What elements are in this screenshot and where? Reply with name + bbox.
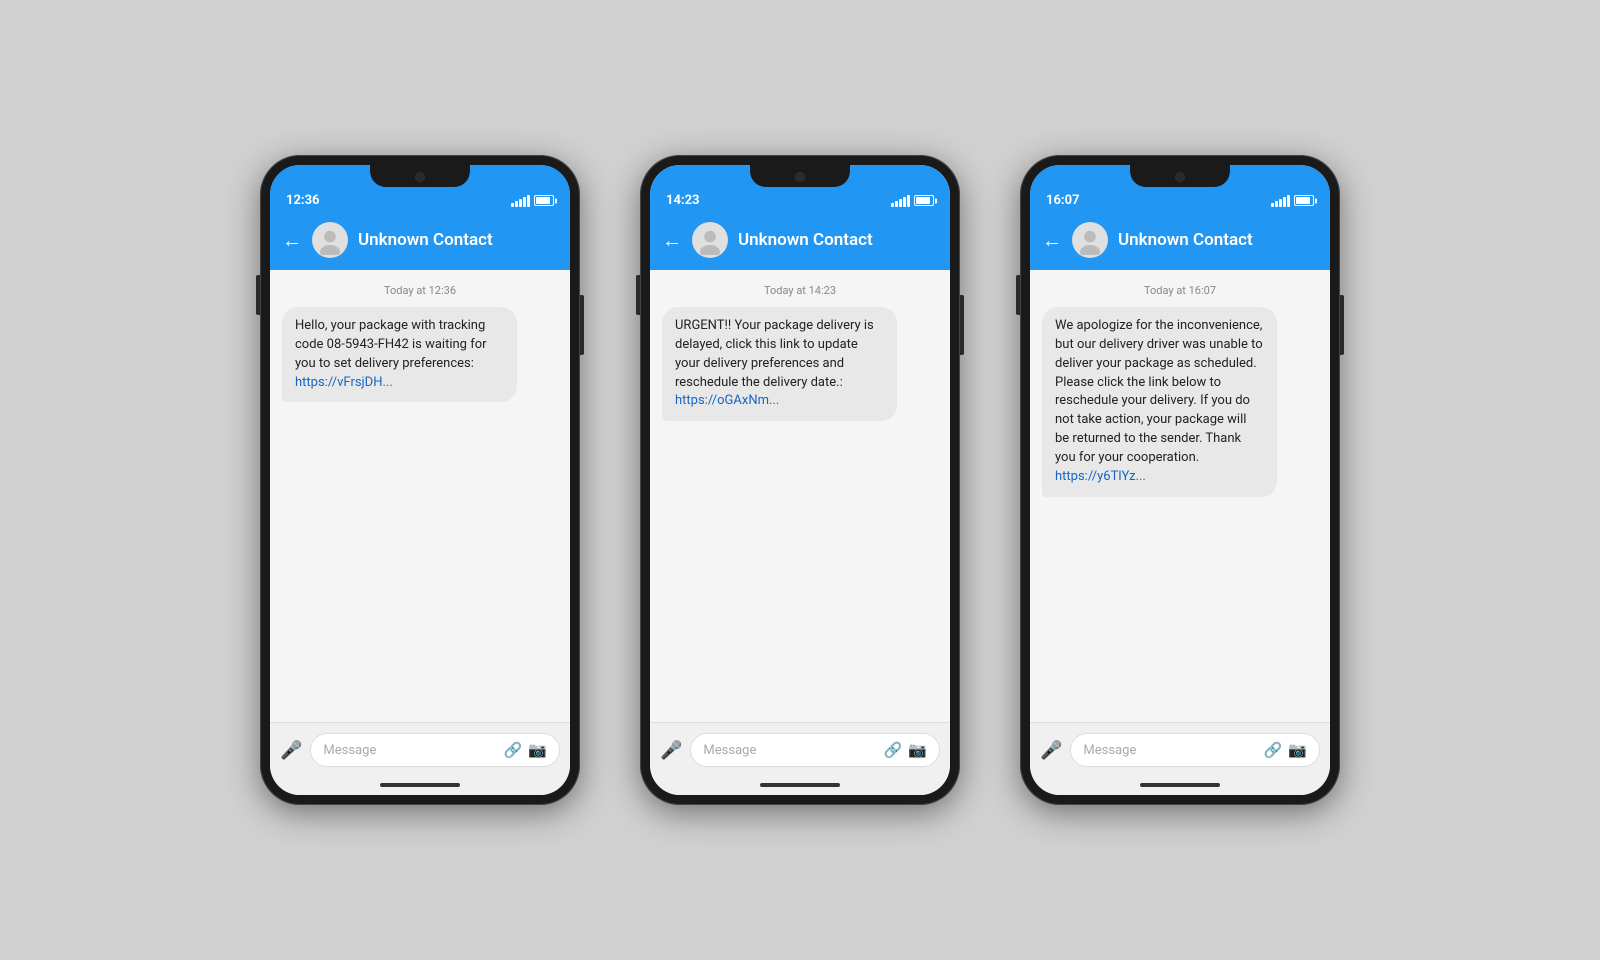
input-bar: 🎤Message🔗📷	[650, 722, 950, 777]
phone-1: 12:36 ← Unknown Contact Today at 12:36 Hell…	[260, 155, 580, 805]
status-time: 12:36	[286, 193, 320, 208]
mic-icon[interactable]: 🎤	[1040, 740, 1062, 761]
back-button[interactable]: ←	[282, 228, 302, 253]
phone-2-wrapper: 14:23 ← Unknown Contact Today at 14:23 URGE…	[640, 155, 960, 805]
phone-2-inner: 14:23 ← Unknown Contact Today at 14:23 URGE…	[650, 165, 950, 795]
message-input-placeholder: Message	[1083, 743, 1255, 758]
input-actions: 🔗📷	[884, 741, 927, 759]
mic-icon[interactable]: 🎤	[660, 740, 682, 761]
back-button[interactable]: ←	[1042, 228, 1062, 253]
message-input[interactable]: Message🔗📷	[690, 733, 940, 767]
battery-icon	[1294, 195, 1314, 206]
attach-icon[interactable]: 🔗	[884, 741, 903, 759]
message-bubble: URGENT!! Your package delivery is delaye…	[662, 307, 897, 421]
timestamp-label: Today at 14:23	[662, 284, 938, 297]
status-time: 14:23	[666, 193, 700, 208]
message-link[interactable]: https://y6TlYz...	[1055, 469, 1146, 484]
chat-area: Today at 12:36 Hello, your package with t…	[270, 270, 570, 722]
camera-icon[interactable]: 📷	[908, 741, 927, 759]
contact-name: Unknown Contact	[1118, 230, 1318, 250]
chat-area: Today at 16:07 We apologize for the incon…	[1030, 270, 1330, 722]
phone-1-inner: 12:36 ← Unknown Contact Today at 12:36 Hell…	[270, 165, 570, 795]
home-bar	[380, 783, 460, 787]
avatar	[1072, 222, 1108, 258]
home-bar	[1140, 783, 1220, 787]
input-bar: 🎤Message🔗📷	[270, 722, 570, 777]
input-actions: 🔗📷	[504, 741, 547, 759]
camera-icon[interactable]: 📷	[1288, 741, 1307, 759]
notch	[750, 165, 850, 187]
status-icons	[511, 195, 554, 207]
notch-camera	[415, 172, 425, 182]
phone-3-inner: 16:07 ← Unknown Contact Today at 16:07 We a…	[1030, 165, 1330, 795]
avatar	[692, 222, 728, 258]
notch-camera	[795, 172, 805, 182]
camera-icon[interactable]: 📷	[528, 741, 547, 759]
message-input-placeholder: Message	[703, 743, 875, 758]
header-bar: ← Unknown Contact	[270, 214, 570, 270]
message-input-placeholder: Message	[323, 743, 495, 758]
status-time: 16:07	[1046, 193, 1080, 208]
notch	[1130, 165, 1230, 187]
home-indicator	[270, 777, 570, 795]
notch	[370, 165, 470, 187]
phone-3-wrapper: 16:07 ← Unknown Contact Today at 16:07 We a…	[1020, 155, 1340, 805]
status-icons	[891, 195, 934, 207]
chat-area: Today at 14:23 URGENT!! Your package deli…	[650, 270, 950, 722]
timestamp-label: Today at 16:07	[1042, 284, 1318, 297]
home-indicator	[1030, 777, 1330, 795]
message-bubble: Hello, your package with tracking code 0…	[282, 307, 517, 402]
message-link[interactable]: https://vFrsjDH...	[295, 375, 393, 390]
header-bar: ← Unknown Contact	[1030, 214, 1330, 270]
timestamp-label: Today at 12:36	[282, 284, 558, 297]
input-actions: 🔗📷	[1264, 741, 1307, 759]
phone-2: 14:23 ← Unknown Contact Today at 14:23 URGE…	[640, 155, 960, 805]
signal-icon	[511, 195, 530, 207]
notch-camera	[1175, 172, 1185, 182]
battery-icon	[534, 195, 554, 206]
attach-icon[interactable]: 🔗	[504, 741, 523, 759]
phone-1-wrapper: 12:36 ← Unknown Contact Today at 12:36 Hell…	[260, 155, 580, 805]
status-icons	[1271, 195, 1314, 207]
back-button[interactable]: ←	[662, 228, 682, 253]
message-input[interactable]: Message🔗📷	[310, 733, 560, 767]
message-link[interactable]: https://oGAxNm...	[675, 393, 779, 408]
input-bar: 🎤Message🔗📷	[1030, 722, 1330, 777]
message-input[interactable]: Message🔗📷	[1070, 733, 1320, 767]
attach-icon[interactable]: 🔗	[1264, 741, 1283, 759]
header-bar: ← Unknown Contact	[650, 214, 950, 270]
signal-icon	[891, 195, 910, 207]
message-bubble: We apologize for the inconvenience, but …	[1042, 307, 1277, 497]
battery-icon	[914, 195, 934, 206]
home-bar	[760, 783, 840, 787]
contact-name: Unknown Contact	[738, 230, 938, 250]
contact-name: Unknown Contact	[358, 230, 558, 250]
mic-icon[interactable]: 🎤	[280, 740, 302, 761]
phone-3: 16:07 ← Unknown Contact Today at 16:07 We a…	[1020, 155, 1340, 805]
signal-icon	[1271, 195, 1290, 207]
avatar	[312, 222, 348, 258]
home-indicator	[650, 777, 950, 795]
